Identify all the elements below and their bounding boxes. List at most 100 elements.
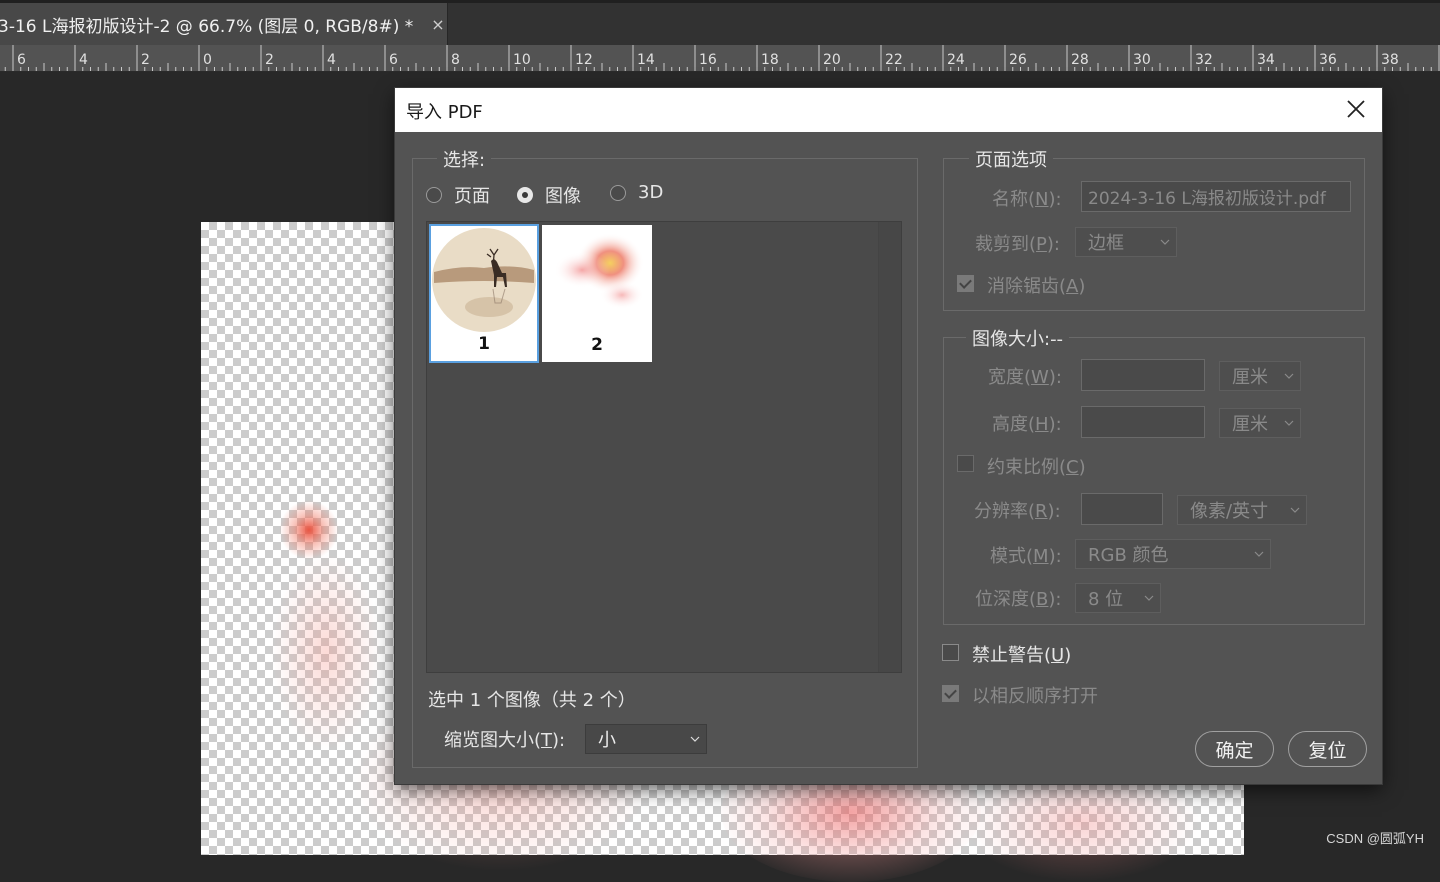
- resolution-unit-select[interactable]: 像素/英寸: [1177, 495, 1307, 525]
- ruler-ticks: 6 4 2 0 2 4 6 8 10 12 14 16 18 20 22 24 26 28 30 32 34 36 38: [4, 45, 1440, 71]
- name-field[interactable]: 2024-3-16 L海报初版设计.pdf: [1081, 181, 1351, 212]
- radio-button[interactable]: [610, 184, 626, 201]
- height-label: 高度(H):: [992, 414, 1062, 435]
- image-size-label: 图像大小:--: [966, 325, 1070, 351]
- close-icon[interactable]: ×: [431, 15, 444, 34]
- chevron-down-icon: [1284, 373, 1294, 379]
- radio-page-label: 页面: [454, 186, 490, 207]
- chevron-down-icon: [1160, 239, 1170, 245]
- close-icon[interactable]: [1344, 97, 1368, 121]
- thumbnail-2[interactable]: 2: [542, 225, 652, 362]
- thumb-size-select[interactable]: 小: [585, 724, 707, 754]
- depth-value: 8 位: [1088, 589, 1124, 610]
- width-unit-select[interactable]: 厘米: [1219, 361, 1301, 391]
- ruler-label: 34: [1257, 52, 1275, 68]
- reset-button[interactable]: 复位: [1288, 731, 1367, 767]
- particle-artwork-image: [554, 233, 644, 309]
- ruler-label: 2: [141, 52, 150, 68]
- ruler-label: 36: [1319, 52, 1337, 68]
- thumb-size-label: 缩览图大小(T):: [444, 730, 566, 751]
- name-label: 名称(N):: [992, 189, 1062, 210]
- ruler-label: 18: [761, 52, 779, 68]
- suppress-warnings-label: 禁止警告(U): [972, 645, 1072, 666]
- mode-select[interactable]: RGB 颜色: [1075, 539, 1271, 569]
- chevron-down-icon: [1254, 551, 1264, 557]
- height-field[interactable]: [1081, 406, 1205, 438]
- ruler-label: 8: [451, 52, 460, 68]
- ruler-label: 30: [1133, 52, 1151, 68]
- dialog-title: 导入 PDF: [406, 102, 483, 123]
- ruler-label: 10: [513, 52, 531, 68]
- width-unit-value: 厘米: [1232, 367, 1268, 388]
- ruler-label: 2: [265, 52, 274, 68]
- radio-image[interactable]: 图像: [517, 182, 581, 208]
- constrain-checkbox[interactable]: [957, 455, 974, 472]
- ruler-label: 38: [1381, 52, 1399, 68]
- antialias-label: 消除锯齿(A): [987, 276, 1086, 297]
- antialias-checkbox[interactable]: [957, 275, 974, 292]
- thumbnail-1[interactable]: 1: [429, 224, 539, 363]
- radio-button[interactable]: [517, 187, 533, 203]
- thumb-size-value: 小: [598, 730, 616, 751]
- crop-label: 裁剪到(P):: [975, 234, 1060, 255]
- document-tab-bar: 3-16 L海报初版设计-2 @ 66.7% (图层 0, RGB/8#) * …: [0, 0, 1440, 45]
- resolution-field[interactable]: [1081, 493, 1163, 525]
- radio-3d[interactable]: 3D: [610, 182, 663, 203]
- resolution-unit-value: 像素/英寸: [1190, 501, 1269, 522]
- import-pdf-dialog: 导入 PDF 选择: 页面 图像 3D 1 2 选中 1 个图像（共 2 个） …: [395, 88, 1382, 784]
- selection-status: 选中 1 个图像（共 2 个）: [428, 690, 636, 711]
- ruler-label: 12: [575, 52, 593, 68]
- ruler-label: 22: [885, 52, 903, 68]
- particle-glow: [279, 500, 339, 560]
- dialog-titlebar: 导入 PDF: [395, 88, 1382, 132]
- ruler-label: 6: [389, 52, 398, 68]
- thumbnail-label: 1: [478, 334, 490, 354]
- chevron-down-icon: [1144, 595, 1154, 601]
- radio-button[interactable]: [426, 187, 442, 203]
- mode-label: 模式(M):: [990, 546, 1062, 567]
- radio-3d-label: 3D: [638, 182, 664, 203]
- thumbnail-scrollbar[interactable]: [878, 222, 901, 672]
- suppress-warnings-checkbox[interactable]: [942, 644, 959, 661]
- chevron-down-icon: [690, 736, 700, 742]
- ruler-label: 4: [327, 52, 336, 68]
- ok-button[interactable]: 确定: [1195, 731, 1274, 767]
- ruler-label: 24: [947, 52, 965, 68]
- radio-image-label: 图像: [545, 186, 581, 207]
- ruler-label: 6: [17, 52, 26, 68]
- ruler-label: 4: [79, 52, 88, 68]
- select-group-label: 选择:: [437, 146, 492, 172]
- thumbnail-label: 2: [591, 335, 603, 355]
- crop-select[interactable]: 边框: [1075, 227, 1177, 257]
- ruler-label: 28: [1071, 52, 1089, 68]
- ruler-label: 26: [1009, 52, 1027, 68]
- watermark: CSDN @圆弧YH: [1326, 831, 1424, 846]
- deer-artwork-image: [432, 228, 536, 332]
- constrain-label: 约束比例(C): [987, 457, 1086, 478]
- horizontal-ruler: 6 4 2 0 2 4 6 8 10 12 14 16 18 20 22 24 26 28 30 32 34 36 38: [0, 45, 1440, 72]
- crop-value: 边框: [1088, 233, 1124, 254]
- document-tab-title: 3-16 L海报初版设计-2 @ 66.7% (图层 0, RGB/8#) *: [0, 16, 414, 37]
- thumbnail-list[interactable]: 1 2: [426, 221, 902, 673]
- ruler-label: 0: [203, 52, 212, 68]
- ruler-label: 32: [1195, 52, 1213, 68]
- depth-label: 位深度(B):: [975, 589, 1062, 610]
- width-label: 宽度(W):: [988, 367, 1062, 388]
- radio-page[interactable]: 页面: [426, 182, 490, 208]
- particle-glow: [271, 552, 381, 752]
- page-options-label: 页面选项: [969, 146, 1053, 172]
- height-unit-value: 厘米: [1232, 414, 1268, 435]
- chevron-down-icon: [1284, 420, 1294, 426]
- reverse-order-label: 以相反顺序打开: [972, 686, 1098, 707]
- ruler-label: 20: [823, 52, 841, 68]
- height-unit-select[interactable]: 厘米: [1219, 408, 1301, 438]
- document-tab[interactable]: 3-16 L海报初版设计-2 @ 66.7% (图层 0, RGB/8#) * …: [0, 3, 448, 45]
- width-field[interactable]: [1081, 359, 1205, 391]
- resolution-label: 分辨率(R):: [974, 501, 1061, 522]
- ruler-label: 16: [699, 52, 717, 68]
- mode-value: RGB 颜色: [1088, 545, 1169, 566]
- reverse-order-checkbox[interactable]: [942, 685, 959, 702]
- ruler-label: 14: [637, 52, 655, 68]
- chevron-down-icon: [1290, 507, 1300, 513]
- depth-select[interactable]: 8 位: [1075, 583, 1161, 613]
